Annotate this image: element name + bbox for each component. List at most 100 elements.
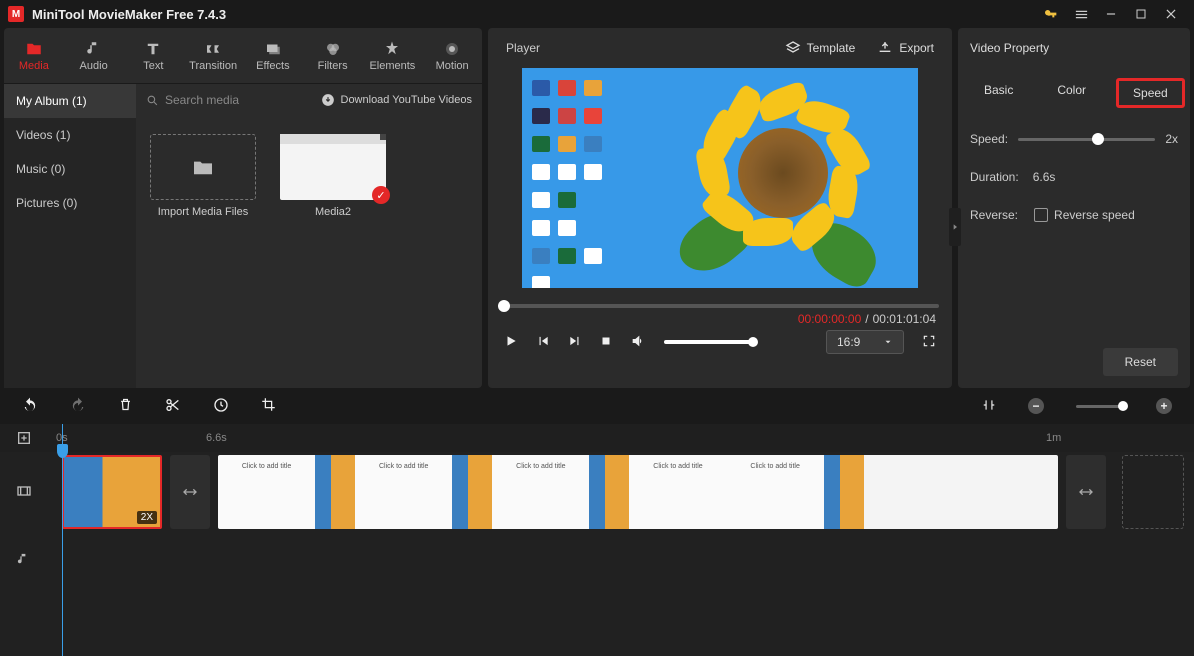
ruler-mark: 1m xyxy=(1046,432,1061,444)
template-button[interactable]: Template xyxy=(785,40,856,56)
sidebar-item-myalbum[interactable]: My Album (1) xyxy=(4,84,136,118)
search-placeholder: Search media xyxy=(165,93,239,107)
volume-slider[interactable] xyxy=(664,340,754,344)
download-label: Download YouTube Videos xyxy=(341,94,473,106)
zoom-handle[interactable] xyxy=(1118,401,1128,411)
menu-icon[interactable] xyxy=(1066,0,1096,28)
tab-filters[interactable]: Filters xyxy=(303,28,363,83)
duration-value: 6.6s xyxy=(1033,170,1056,184)
video-preview xyxy=(522,68,918,288)
tab-label: Effects xyxy=(256,60,289,72)
play-button[interactable] xyxy=(504,334,518,351)
crop-button[interactable] xyxy=(261,397,276,415)
media-thumbnail[interactable]: ✓ xyxy=(280,134,386,200)
timeline-ruler[interactable]: 0s 6.6s 1m xyxy=(0,424,1194,452)
import-label: Import Media Files xyxy=(158,206,248,218)
duration-label: Duration: xyxy=(970,170,1019,184)
tab-label: Text xyxy=(143,60,163,72)
timeline-fit-button[interactable] xyxy=(982,398,996,415)
window-title: MiniTool MovieMaker Free 7.4.3 xyxy=(32,7,226,22)
sidebar-item-pictures[interactable]: Pictures (0) xyxy=(4,186,136,220)
zoom-slider[interactable] xyxy=(1076,405,1124,408)
stop-button[interactable] xyxy=(600,335,612,350)
license-key-icon[interactable] xyxy=(1036,0,1066,28)
speed-slider[interactable] xyxy=(1018,138,1155,141)
transition-slot[interactable] xyxy=(170,455,210,529)
search-input[interactable]: Search media xyxy=(146,93,311,107)
playhead-handle[interactable] xyxy=(57,444,68,458)
tab-text[interactable]: Text xyxy=(124,28,184,83)
seek-handle[interactable] xyxy=(498,300,510,312)
tab-elements[interactable]: Elements xyxy=(363,28,423,83)
speed-edit-button[interactable] xyxy=(213,397,229,416)
audio-track-icon[interactable] xyxy=(16,552,31,570)
prev-frame-button[interactable] xyxy=(536,334,550,351)
transition-slot[interactable] xyxy=(1066,455,1106,529)
volume-handle[interactable] xyxy=(748,337,758,347)
speed-value: 2x xyxy=(1165,132,1178,146)
chevron-down-icon xyxy=(883,337,893,347)
split-button[interactable] xyxy=(165,397,181,416)
tab-color[interactable]: Color xyxy=(1043,78,1100,108)
collapse-panel-button[interactable] xyxy=(949,208,961,246)
reverse-checkbox-label: Reverse speed xyxy=(1054,208,1135,222)
tab-label: Elements xyxy=(369,60,415,72)
video-track-icon[interactable] xyxy=(16,483,32,502)
speed-handle[interactable] xyxy=(1092,133,1104,145)
tab-audio[interactable]: Audio xyxy=(64,28,124,83)
import-media-button[interactable] xyxy=(150,134,256,200)
zoom-in-button[interactable]: + xyxy=(1156,398,1172,414)
maximize-button[interactable] xyxy=(1126,0,1156,28)
player-title: Player xyxy=(506,41,540,55)
minimize-button[interactable] xyxy=(1096,0,1126,28)
speed-badge: 2X xyxy=(137,511,157,524)
tab-label: Media xyxy=(19,60,49,72)
undo-button[interactable] xyxy=(22,397,38,416)
folder-icon xyxy=(192,158,214,176)
download-youtube-link[interactable]: Download YouTube Videos xyxy=(321,93,473,107)
reverse-label: Reverse: xyxy=(970,208,1018,222)
tab-speed[interactable]: Speed xyxy=(1116,78,1185,108)
export-label: Export xyxy=(899,41,934,55)
tab-label: Audio xyxy=(80,60,108,72)
tab-motion[interactable]: Motion xyxy=(422,28,482,83)
template-icon xyxy=(785,40,801,56)
aspect-ratio-select[interactable]: 16:9 xyxy=(826,330,904,354)
tab-media[interactable]: Media xyxy=(4,28,64,83)
add-clip-placeholder[interactable] xyxy=(1122,455,1184,529)
aspect-value: 16:9 xyxy=(837,335,860,349)
playhead[interactable] xyxy=(62,424,63,656)
speed-label: Speed: xyxy=(970,132,1008,146)
seek-bar[interactable] xyxy=(501,304,939,308)
media-label: Media2 xyxy=(315,206,351,218)
time-separator: / xyxy=(865,312,868,326)
template-label: Template xyxy=(807,41,856,55)
tab-label: Motion xyxy=(436,60,469,72)
delete-button[interactable] xyxy=(118,397,133,415)
sidebar-item-videos[interactable]: Videos (1) xyxy=(4,118,136,152)
reset-button[interactable]: Reset xyxy=(1103,348,1178,376)
tab-basic[interactable]: Basic xyxy=(970,78,1027,108)
fullscreen-button[interactable] xyxy=(922,334,936,351)
close-button[interactable] xyxy=(1156,0,1186,28)
add-track-button[interactable] xyxy=(16,430,32,449)
volume-button[interactable] xyxy=(630,333,646,352)
tab-label: Filters xyxy=(318,60,348,72)
tab-effects[interactable]: Effects xyxy=(243,28,303,83)
tab-transition[interactable]: Transition xyxy=(183,28,243,83)
total-time: 00:01:01:04 xyxy=(873,312,936,326)
timeline-clip-1[interactable]: 2X xyxy=(62,455,162,529)
reverse-checkbox[interactable] xyxy=(1034,208,1048,222)
ruler-mark: 6.6s xyxy=(206,432,227,444)
timeline-clip-2[interactable]: Click to add title Click to add title Cl… xyxy=(218,455,1058,529)
property-title: Video Property xyxy=(958,28,1190,68)
zoom-out-button[interactable]: − xyxy=(1028,398,1044,414)
redo-button[interactable] xyxy=(70,397,86,416)
sidebar-item-music[interactable]: Music (0) xyxy=(4,152,136,186)
tab-label: Transition xyxy=(189,60,237,72)
app-logo: M xyxy=(8,6,24,22)
export-icon xyxy=(877,40,893,56)
next-frame-button[interactable] xyxy=(568,334,582,351)
export-button[interactable]: Export xyxy=(877,40,934,56)
download-icon xyxy=(321,93,335,107)
